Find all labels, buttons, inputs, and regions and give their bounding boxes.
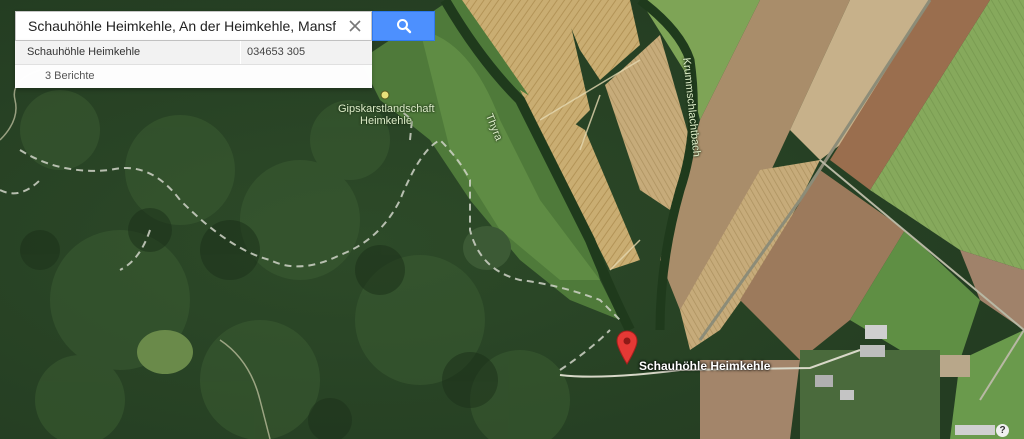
- clearing: [137, 330, 193, 374]
- divider: [240, 41, 241, 64]
- map-pin-icon[interactable]: [616, 330, 638, 366]
- suggestion-reviews-row[interactable]: 3 Berichte: [15, 65, 372, 88]
- help-icon[interactable]: ?: [996, 424, 1009, 437]
- poi-label-line2: Heimkehle: [360, 115, 412, 127]
- reviews-link[interactable]: 3 Berichte: [45, 65, 95, 88]
- search-box: [15, 11, 372, 41]
- suggestion-item[interactable]: Schauhöhle Heimkehle 034653 305: [15, 41, 372, 65]
- clear-search-button[interactable]: [345, 16, 365, 36]
- search-icon: [396, 19, 411, 34]
- poi-label-line1: Gipskarstlandschaft: [338, 103, 435, 115]
- close-icon: [349, 20, 361, 32]
- place-label[interactable]: Schauhöhle Heimkehle: [639, 359, 770, 373]
- search-input[interactable]: [16, 12, 336, 40]
- search-button[interactable]: [372, 11, 435, 41]
- poi-label[interactable]: Gipskarstlandschaft Heimkehle: [338, 103, 435, 127]
- suggestion-phone[interactable]: 034653 305: [247, 41, 305, 64]
- suggestion-name: Schauhöhle Heimkehle: [27, 46, 141, 58]
- search-suggestions: Schauhöhle Heimkehle 034653 305 3 Berich…: [15, 41, 372, 88]
- poi-icon[interactable]: [380, 90, 390, 100]
